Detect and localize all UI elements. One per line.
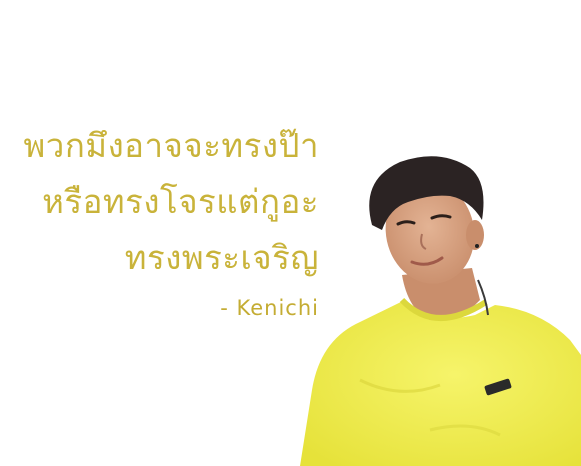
quote-author: - Kenichi	[220, 296, 319, 320]
quote-line-2: หรือทรงโจรแต่กูอะ	[42, 182, 319, 221]
shirt	[300, 300, 581, 466]
quote-block: พวกมึงอาจจะทรงป๊า หรือทรงโจรแต่กูอะ ทรงพ…	[24, 118, 319, 320]
quote-line-3: ทรงพระเจริญ	[124, 238, 319, 277]
quote-line-1: พวกมึงอาจจะทรงป๊า	[23, 126, 319, 165]
person-photo	[290, 150, 581, 466]
